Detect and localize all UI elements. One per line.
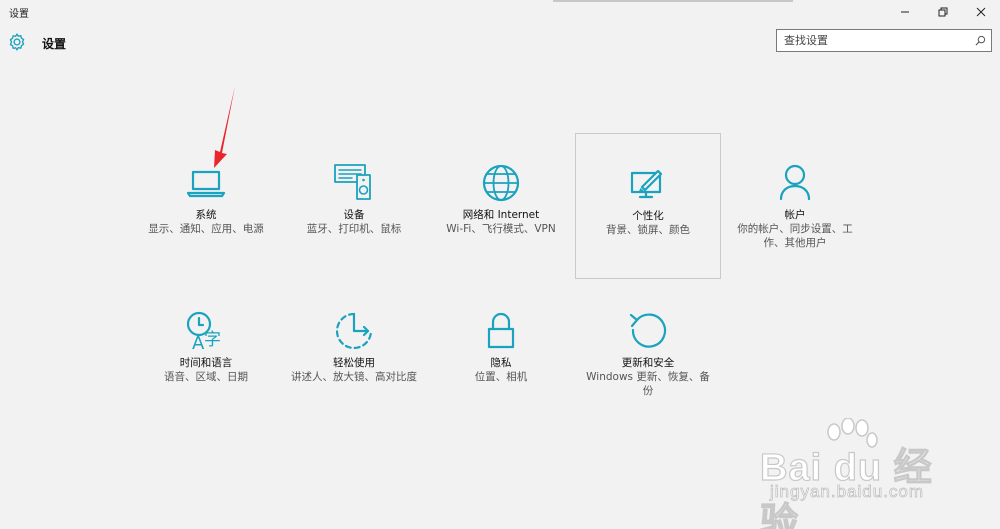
tile-desc: Windows 更新、恢复、备份 (586, 371, 710, 397)
close-button[interactable] (962, 0, 1000, 24)
tile-desc: 位置、相机 (474, 371, 528, 383)
person-icon (779, 164, 811, 201)
tile-desc: 蓝牙、打印机、鼠标 (306, 223, 402, 235)
tile-privacy[interactable]: 隐私 位置、相机 (428, 281, 574, 427)
restore-button[interactable] (924, 0, 962, 24)
globe-icon (482, 164, 520, 202)
tile-network[interactable]: 网络和 Internet Wi-Fi、飞行模式、VPN (428, 133, 574, 279)
tile-desc: 你的帐户、同步设置、工作、其他用户 (737, 223, 853, 249)
svg-text:字: 字 (204, 330, 221, 350)
tile-desc: 语音、区域、日期 (164, 371, 248, 383)
gear-icon (9, 33, 25, 51)
tile-label: 时间和语言 (179, 357, 233, 369)
tile-ease-of-access[interactable]: 轻松使用 讲述人、放大镜、高对比度 (281, 281, 427, 427)
watermark: Bai du 经验 jingyan.baidu.com (759, 418, 960, 529)
tile-update-security[interactable]: 更新和安全 Windows 更新、恢复、备份 (575, 281, 721, 427)
tile-label: 系统 (195, 209, 217, 221)
tile-accounts[interactable]: 帐户 你的帐户、同步设置、工作、其他用户 (722, 133, 868, 279)
window-title: 设置 (9, 9, 29, 20)
tile-label: 设备 (343, 209, 365, 221)
tile-desc: 显示、通知、应用、电源 (148, 223, 264, 235)
tile-label: 帐户 (784, 209, 806, 221)
tile-desc: 讲述人、放大镜、高对比度 (291, 371, 417, 383)
tile-personalization[interactable]: 个性化 背景、锁屏、颜色 (575, 133, 721, 279)
page-title: 设置 (42, 37, 67, 51)
watermark-url: jingyan.baidu.com (770, 482, 925, 502)
tile-devices[interactable]: 设备 蓝牙、打印机、鼠标 (281, 133, 427, 279)
search-icon[interactable] (975, 35, 986, 46)
time-language-icon: A 字 (186, 311, 221, 354)
overlay-edge (553, 0, 793, 2)
title-bar: 设置 (0, 0, 1000, 24)
tile-time-language[interactable]: A 字 时间和语言 语音、区域、日期 (133, 281, 279, 427)
minimize-button[interactable] (886, 0, 924, 24)
annotation-arrow (214, 86, 235, 168)
update-icon (629, 313, 667, 348)
tile-desc: Wi-Fi、飞行模式、VPN (446, 223, 556, 235)
minimize-icon (901, 11, 909, 13)
tile-label: 轻松使用 (333, 357, 375, 369)
tile-label: 更新和安全 (621, 357, 675, 369)
restore-icon (938, 7, 948, 17)
tile-label: 隐私 (490, 357, 512, 369)
devices-icon (334, 164, 371, 200)
lock-icon (487, 312, 515, 349)
search-input[interactable] (784, 33, 964, 48)
window-controls (886, 0, 1000, 24)
close-icon (976, 7, 986, 17)
search-box[interactable] (776, 29, 992, 52)
ease-of-access-icon (335, 312, 373, 350)
tile-label: 网络和 Internet (462, 209, 540, 221)
personalization-icon (630, 169, 663, 199)
tile-desc: 背景、锁屏、颜色 (606, 224, 690, 236)
tile-label: 个性化 (632, 210, 664, 222)
